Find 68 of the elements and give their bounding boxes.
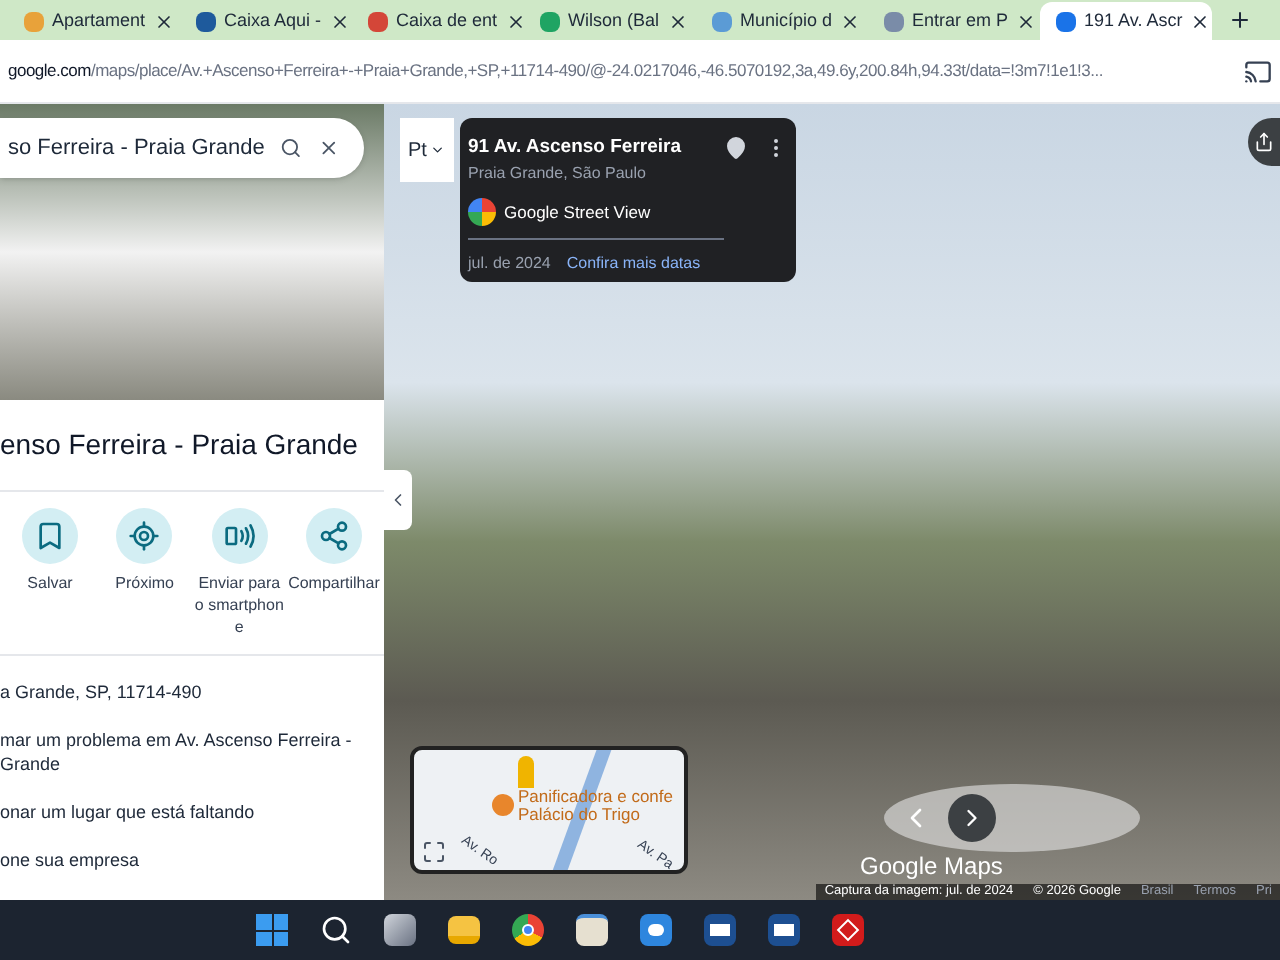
- more-dates-link[interactable]: Confira mais datas: [566, 252, 701, 277]
- place-label: Palácio do Trigo: [518, 806, 642, 824]
- browser-tab[interactable]: 191 Av. Ascr: [1040, 2, 1212, 40]
- search-icon[interactable]: [280, 134, 303, 162]
- windows-stack-icon[interactable]: [384, 914, 416, 946]
- action-button[interactable]: Próximo: [98, 508, 191, 638]
- tab-title: Entrar em P: [912, 7, 1009, 34]
- search-value: so Ferreira - Praia Grande: [8, 133, 265, 164]
- close-icon[interactable]: [1016, 11, 1037, 31]
- card-title: 91 Av. Ascenso Ferreira: [468, 134, 684, 162]
- close-icon[interactable]: [667, 11, 688, 31]
- phone-icon: [223, 520, 256, 552]
- action-button[interactable]: Salvar: [4, 508, 96, 638]
- place-label: Panificadora e confe: [518, 788, 673, 806]
- brand-label: Google Maps: [860, 850, 1003, 884]
- pin-icon[interactable]: [724, 136, 748, 161]
- pdf-icon[interactable]: [832, 914, 864, 946]
- tab-title: Caixa de ent: [396, 7, 498, 34]
- next-button[interactable]: [948, 794, 996, 842]
- tab-title: 191 Av. Ascr: [1084, 7, 1183, 34]
- browser-icon[interactable]: [512, 914, 544, 946]
- collapse-handle[interactable]: [384, 470, 412, 530]
- location-icon: [128, 520, 161, 552]
- close-icon[interactable]: [329, 11, 350, 31]
- action-button[interactable]: Compartilhar: [287, 508, 380, 638]
- language-button[interactable]: Pt: [400, 118, 454, 182]
- info-row[interactable]: one sua empresa: [0, 848, 384, 872]
- new-tab-icon[interactable]: [1228, 8, 1252, 32]
- bookmark-icon: [34, 520, 66, 552]
- close-icon[interactable]: [153, 11, 174, 31]
- browser-tab[interactable]: Wilson (Bal: [524, 2, 696, 40]
- document-app-icon[interactable]: [768, 914, 800, 946]
- close-icon[interactable]: [505, 11, 526, 31]
- tab-title: Wilson (Bal: [568, 7, 660, 34]
- url-text: google.com/maps/place/Av.+Ascenso+Ferreira+-+Praia+Grande,+SP,+11714-490/@-24.0217046,-46.5070192,3a,49.6y,200.84h,94.33t/data=!3m7!1e1!3...: [8, 58, 1105, 84]
- share-icon: [317, 520, 350, 552]
- browser-tab[interactable]: Entrar em P: [868, 2, 1040, 40]
- place-marker-icon: [492, 794, 514, 816]
- tab-title: Caixa Aqui -: [224, 7, 322, 34]
- person-marker-icon: [518, 756, 534, 788]
- browser-tab[interactable]: Município d: [696, 2, 868, 40]
- source-label: Google Street View: [504, 199, 651, 226]
- browser-tab[interactable]: Caixa de ent: [352, 2, 524, 40]
- share-icon: [1254, 132, 1274, 152]
- browser-tab[interactable]: Caixa Aqui -: [180, 2, 352, 40]
- fullscreen-icon[interactable]: [422, 840, 446, 864]
- google-logo-icon: [468, 198, 496, 227]
- close-icon[interactable]: [840, 11, 861, 31]
- windows-icon[interactable]: [256, 914, 288, 946]
- action-button[interactable]: Enviar para o smartphone: [193, 508, 286, 638]
- browser-tab[interactable]: Apartament: [8, 2, 180, 40]
- close-icon[interactable]: [1190, 11, 1211, 31]
- capture-date: jul. de 2024: [468, 252, 551, 277]
- folder-icon[interactable]: [448, 916, 480, 944]
- share-button[interactable]: [1248, 118, 1280, 166]
- search-icon[interactable]: [320, 914, 352, 946]
- cloud-app-icon[interactable]: [640, 914, 672, 946]
- info-row[interactable]: a Grande, SP, 11714-490: [0, 680, 384, 704]
- info-row[interactable]: mar um problema em Av. Ascenso Ferreira - Grande: [0, 728, 384, 776]
- caret-icon: [430, 142, 446, 158]
- document-app-icon[interactable]: [704, 914, 736, 946]
- tab-title: Apartament: [52, 7, 146, 34]
- tab-title: Município d: [740, 7, 833, 34]
- cast-icon[interactable]: [1244, 57, 1272, 85]
- search-field[interactable]: so Ferreira - Praia Grande: [0, 118, 364, 178]
- store-icon[interactable]: [576, 914, 608, 946]
- card-subtitle: Praia Grande, São Paulo: [468, 162, 648, 187]
- info-row[interactable]: onar um lugar que está faltando: [0, 800, 384, 824]
